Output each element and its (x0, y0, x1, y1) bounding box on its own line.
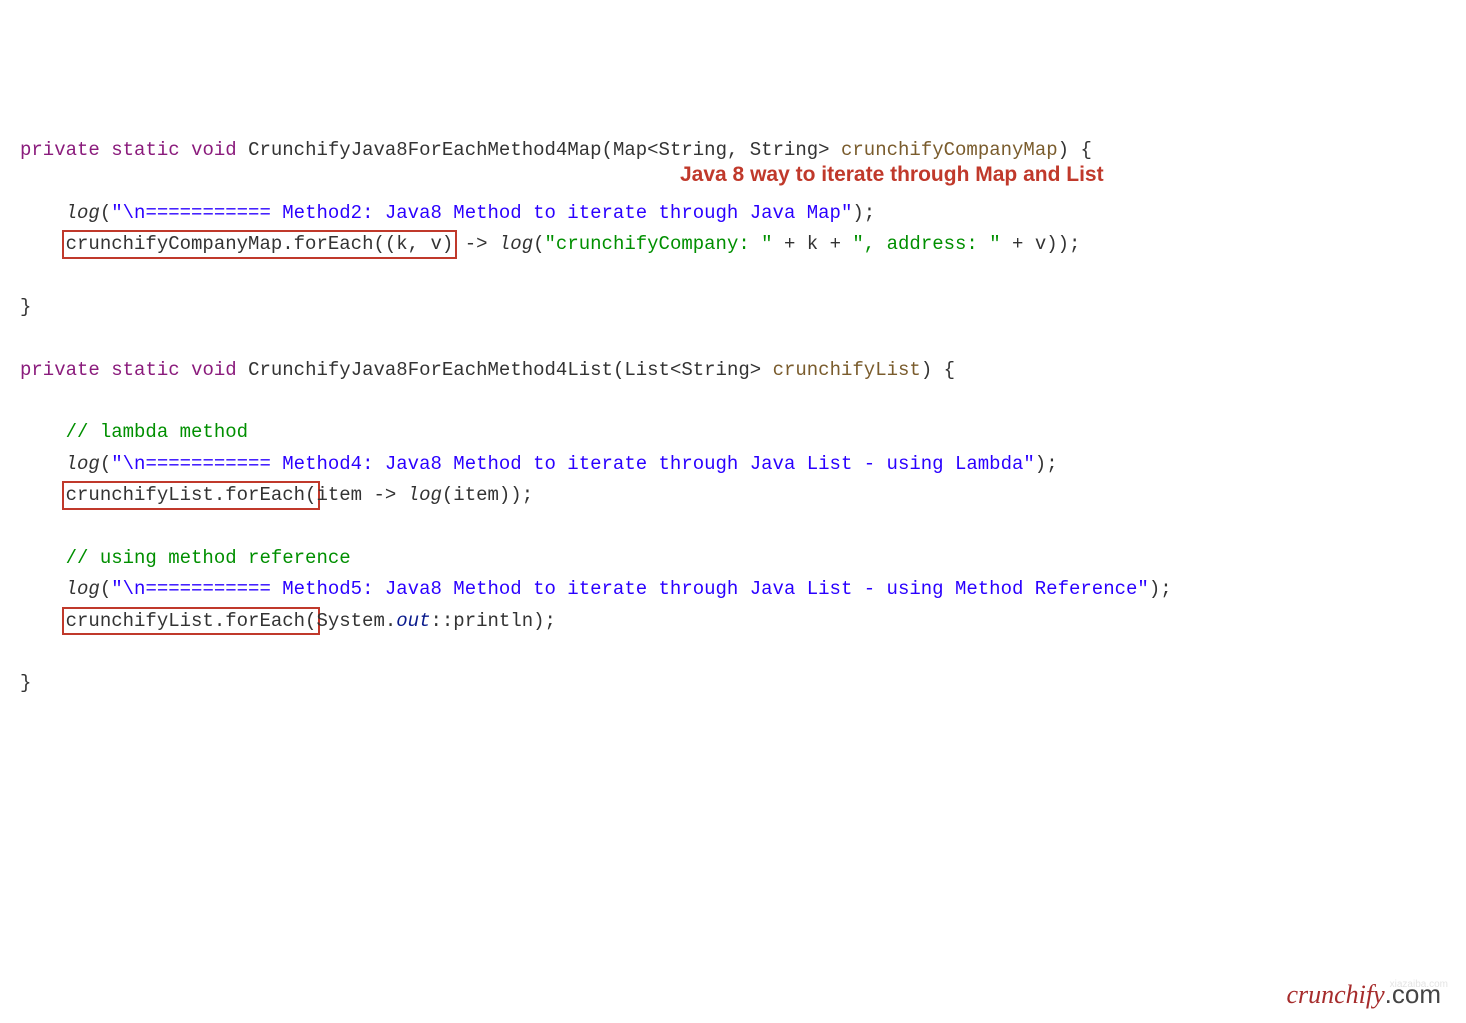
log-call: log (499, 233, 533, 255)
highlight-list-foreach-ref: crunchifyList.forEach( (62, 607, 321, 636)
log-call: log (408, 484, 442, 506)
kw-private: private (20, 359, 100, 381)
highlight-list-foreach-lambda: crunchifyList.forEach( (62, 481, 321, 510)
watermark: crunchify.com (1286, 973, 1441, 1017)
system-out: out (396, 610, 430, 632)
log-call: log (66, 453, 100, 475)
log-string-4: "\n=========== Method4: Java8 Method to … (111, 453, 1035, 475)
kw-static: static (111, 359, 179, 381)
annotation-text: Java 8 way to iterate through Map and Li… (680, 158, 1104, 193)
comment-lambda: // lambda method (66, 421, 248, 443)
param-type-2: List<String> (624, 359, 761, 381)
log-call: log (66, 578, 100, 600)
str-part: "crunchifyCompany: " (545, 233, 773, 255)
method-name-2: CrunchifyJava8ForEachMethod4List (248, 359, 613, 381)
log-string-5: "\n=========== Method5: Java8 Method to … (111, 578, 1149, 600)
lambda-params: (k, v) (385, 233, 453, 255)
log-string-1: "\n=========== Method2: Java8 Method to … (111, 202, 852, 224)
log-call: log (66, 202, 100, 224)
kw-static: static (111, 139, 179, 161)
map-var: crunchifyCompanyMap (66, 233, 283, 255)
close-brace: } (20, 672, 31, 694)
kw-void: void (191, 359, 237, 381)
close-brace: } (20, 296, 31, 318)
code-block: private static void CrunchifyJava8ForEac… (20, 135, 1446, 699)
param-name-2: crunchifyList (773, 359, 921, 381)
kw-void: void (191, 139, 237, 161)
watermark-brand: crunchify (1286, 980, 1384, 1009)
str-part: ", address: " (852, 233, 1000, 255)
method-name-1: CrunchifyJava8ForEachMethod4Map (248, 139, 601, 161)
highlight-map-foreach: crunchifyCompanyMap.forEach((k, v) (62, 230, 458, 259)
kw-private: private (20, 139, 100, 161)
watermark-ext: .com (1385, 979, 1441, 1009)
